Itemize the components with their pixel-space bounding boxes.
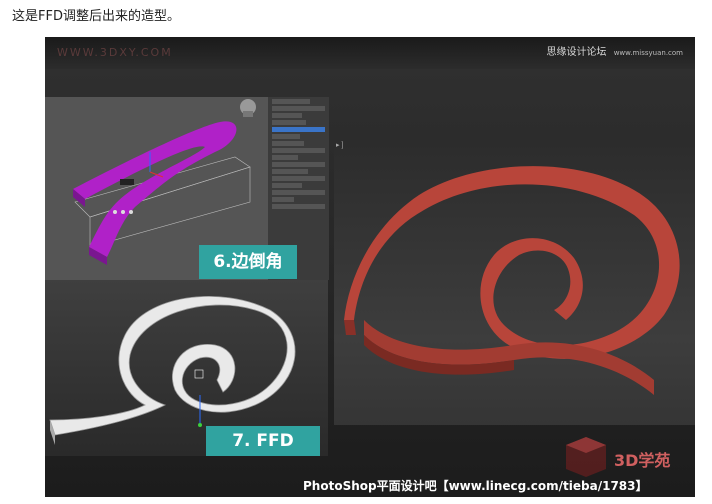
- step-label-edge-chamfer: 6.边倒角: [199, 245, 297, 279]
- selected-modifier: [272, 127, 325, 132]
- watermark-right: 思缘设计论坛 www.missyuan.com: [547, 43, 683, 58]
- tutorial-image: WWW.3DXY.COM 思缘设计论坛 www.missyuan.com 6.边…: [45, 37, 695, 497]
- watermark-right-title: 思缘设计论坛: [546, 47, 607, 58]
- image-header: WWW.3DXY.COM 思缘设计论坛 www.missyuan.com: [45, 37, 695, 69]
- viewport-result: [334, 140, 695, 425]
- viewport-corner-tag: ▸ ]: [336, 142, 344, 149]
- caption: 这是FFD调整后出来的造型。: [12, 9, 180, 24]
- watermark-right-url: www.missyuan.com: [613, 49, 683, 57]
- logo-text: 3D学苑: [614, 451, 671, 470]
- step-label-ffd: 7. FFD: [206, 426, 320, 456]
- red-model-render: [344, 166, 680, 395]
- footer-credit: PhotoShop平面设计吧【www.linecg.com/tieba/1783…: [303, 479, 648, 493]
- watermark-left: WWW.3DXY.COM: [57, 46, 173, 59]
